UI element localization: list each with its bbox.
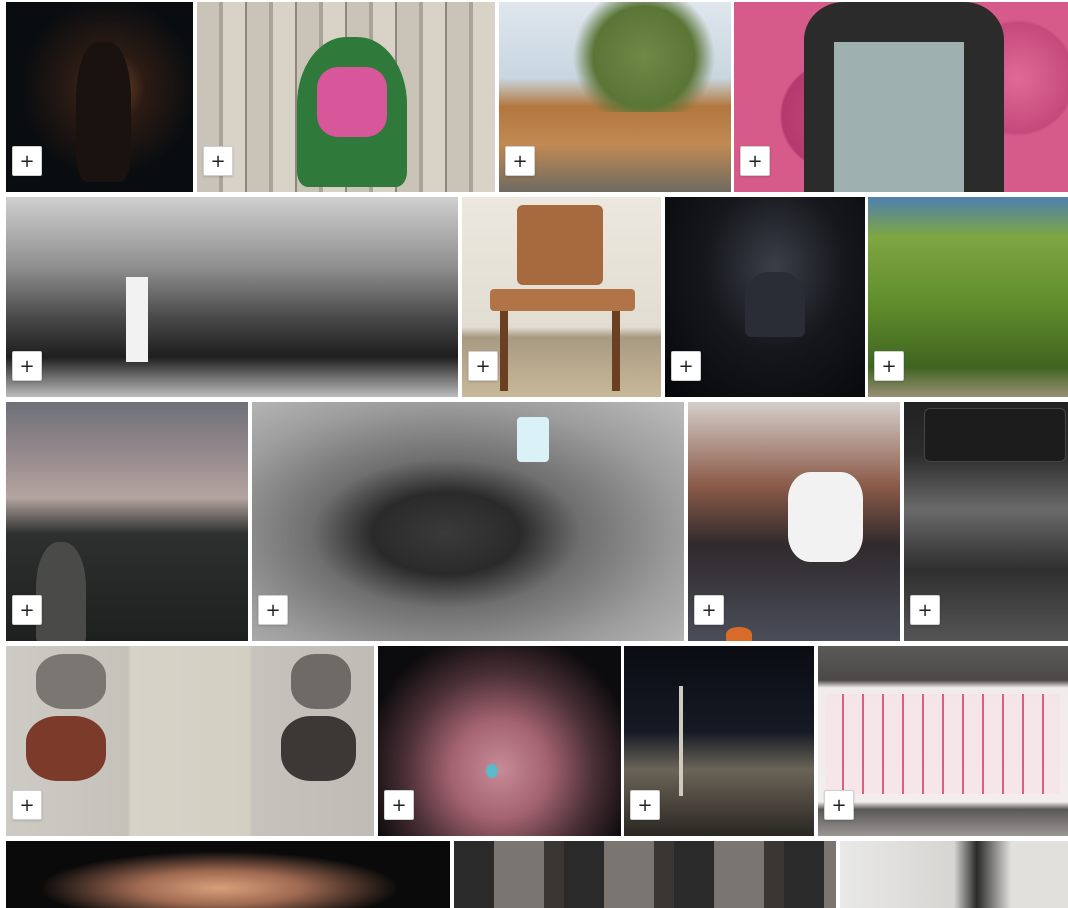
gallery-tile-9[interactable]: + bbox=[6, 402, 248, 641]
photo-chair-seat bbox=[490, 289, 635, 311]
photo bbox=[378, 646, 621, 836]
gallery-tile-19[interactable] bbox=[840, 841, 1068, 908]
add-to-collection-button[interactable]: + bbox=[12, 351, 42, 381]
add-to-collection-button[interactable]: + bbox=[12, 790, 42, 820]
add-to-collection-button[interactable]: + bbox=[874, 351, 904, 381]
photo-figure bbox=[745, 272, 805, 337]
gallery-tile-16[interactable]: + bbox=[818, 646, 1068, 836]
photo-wall-cards bbox=[826, 694, 1060, 794]
add-to-collection-button[interactable]: + bbox=[740, 146, 770, 176]
photo-chair-leg bbox=[500, 311, 508, 391]
photo-figure bbox=[36, 542, 86, 641]
gallery-tile-7[interactable]: + bbox=[665, 197, 865, 397]
add-to-collection-button[interactable]: + bbox=[12, 146, 42, 176]
gallery-tile-3[interactable]: + bbox=[499, 2, 731, 192]
photo-figure-detail bbox=[317, 67, 387, 137]
add-to-collection-button[interactable]: + bbox=[505, 146, 535, 176]
photo-pendant bbox=[486, 764, 498, 778]
add-to-collection-button[interactable]: + bbox=[12, 595, 42, 625]
photo-figure-detail bbox=[834, 42, 964, 192]
photo-figure bbox=[76, 42, 131, 182]
add-to-collection-button[interactable]: + bbox=[203, 146, 233, 176]
photo-tree bbox=[559, 2, 729, 112]
gallery-tile-8[interactable]: + bbox=[868, 197, 1068, 397]
photo-portrait bbox=[26, 716, 106, 781]
photo bbox=[840, 841, 1068, 908]
gallery-tile-5[interactable]: + bbox=[6, 197, 458, 397]
photo-portrait bbox=[36, 654, 106, 709]
gallery-tile-12[interactable]: + bbox=[904, 402, 1068, 641]
photo-chair-leg bbox=[612, 311, 620, 391]
gallery-tile-17[interactable] bbox=[6, 841, 450, 908]
add-to-collection-button[interactable]: + bbox=[824, 790, 854, 820]
photo-figure bbox=[788, 472, 863, 562]
gallery-tile-14[interactable]: + bbox=[378, 646, 621, 836]
gallery-tile-4[interactable]: + bbox=[734, 2, 1068, 192]
add-to-collection-button[interactable]: + bbox=[910, 595, 940, 625]
photo-pole bbox=[679, 686, 683, 796]
photo-portrait bbox=[291, 654, 351, 709]
photo bbox=[454, 841, 836, 908]
photo bbox=[6, 197, 458, 397]
gallery-tile-10[interactable]: + bbox=[252, 402, 684, 641]
gallery-tile-2[interactable]: + bbox=[197, 2, 495, 192]
photo-phone bbox=[517, 417, 549, 462]
photo bbox=[252, 402, 684, 641]
add-to-collection-button[interactable]: + bbox=[258, 595, 288, 625]
gallery-tile-1[interactable]: + bbox=[6, 2, 193, 192]
photo-ball bbox=[726, 627, 752, 641]
add-to-collection-button[interactable]: + bbox=[630, 790, 660, 820]
add-to-collection-button[interactable]: + bbox=[468, 351, 498, 381]
gallery-tile-15[interactable]: + bbox=[624, 646, 814, 836]
add-to-collection-button[interactable]: + bbox=[384, 790, 414, 820]
gallery-tile-11[interactable]: + bbox=[688, 402, 900, 641]
add-to-collection-button[interactable]: + bbox=[694, 595, 724, 625]
photo bbox=[6, 841, 450, 908]
add-to-collection-button[interactable]: + bbox=[671, 351, 701, 381]
gallery-tile-13[interactable]: + bbox=[6, 646, 374, 836]
gallery-tile-18[interactable] bbox=[454, 841, 836, 908]
photo-light bbox=[126, 277, 148, 362]
gallery-tile-6[interactable]: + bbox=[462, 197, 661, 397]
photo-portrait bbox=[281, 716, 356, 781]
photo-notification bbox=[924, 408, 1066, 462]
photo-chair-back bbox=[517, 205, 603, 285]
